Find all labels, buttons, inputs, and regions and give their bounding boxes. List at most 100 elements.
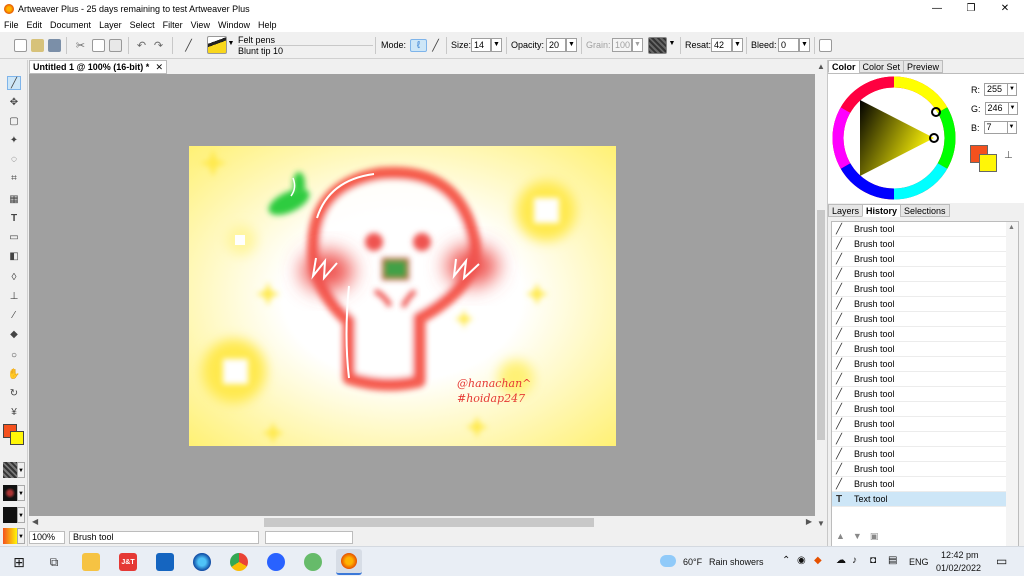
- minimize-button[interactable]: —: [920, 0, 954, 17]
- jt-app-icon[interactable]: J&T: [119, 553, 137, 571]
- zalo-icon[interactable]: [267, 553, 285, 571]
- texture-dropdown[interactable]: ▼: [17, 462, 25, 478]
- open-folder-icon[interactable]: [31, 39, 44, 52]
- shield-icon[interactable]: ◘: [870, 555, 876, 566]
- document-tab[interactable]: Untitled 1 @ 100% (16-bit) * ✕: [29, 60, 167, 74]
- tab-color[interactable]: Color: [828, 60, 860, 73]
- tab-history[interactable]: History: [862, 204, 902, 217]
- cloud-icon[interactable]: ☁: [836, 555, 846, 566]
- warp-icon[interactable]: ¥: [7, 405, 21, 419]
- tray-app-icon[interactable]: ◆: [814, 555, 822, 566]
- tab-selections[interactable]: Selections: [900, 204, 950, 217]
- menu-filter[interactable]: Filter: [163, 20, 183, 30]
- rotate-icon[interactable]: ↻: [7, 386, 21, 400]
- history-item[interactable]: ╱ Brush tool: [832, 222, 1006, 237]
- tab-color-set[interactable]: Color Set: [858, 60, 905, 73]
- green-input[interactable]: 246: [984, 102, 1009, 115]
- edge-browser-icon[interactable]: [193, 553, 211, 571]
- shape-tool-icon[interactable]: ▭: [7, 230, 21, 244]
- weather-temperature[interactable]: 60°F: [683, 557, 702, 567]
- brush-dropdown[interactable]: ▼: [17, 507, 25, 523]
- weather-icon[interactable]: [660, 555, 676, 567]
- zoom-field[interactable]: 100%: [29, 531, 65, 544]
- scroll-left-icon[interactable]: ◀: [32, 517, 38, 526]
- clock-time[interactable]: 12:42 pm: [941, 550, 979, 560]
- grain-input[interactable]: 100: [612, 38, 632, 52]
- coccoc-icon[interactable]: [304, 553, 322, 571]
- history-item[interactable]: ╱ Brush tool: [832, 357, 1006, 372]
- cut-icon[interactable]: ✂: [74, 39, 87, 52]
- red-input[interactable]: 255: [984, 83, 1008, 96]
- artweaver-taskbar-button[interactable]: [336, 549, 362, 575]
- history-item[interactable]: ╱ Brush tool: [832, 267, 1006, 282]
- perspective-icon[interactable]: ▦: [7, 192, 21, 206]
- bleed-input[interactable]: 0: [778, 38, 799, 52]
- bleed-dropdown[interactable]: ▼: [799, 38, 810, 52]
- history-item[interactable]: ╱ Brush tool: [832, 252, 1006, 267]
- task-view-icon[interactable]: ⧉: [45, 553, 63, 571]
- size-input[interactable]: 14: [471, 38, 491, 52]
- notification-icon[interactable]: ▭: [996, 554, 1007, 568]
- weather-description[interactable]: Rain showers: [709, 557, 764, 567]
- tab-layers[interactable]: Layers: [828, 204, 864, 217]
- history-item[interactable]: ╱ Brush tool: [832, 312, 1006, 327]
- stamp-icon[interactable]: ⊥: [7, 289, 21, 303]
- panel-toggle-icon[interactable]: [819, 39, 832, 52]
- blue-input[interactable]: 7: [983, 121, 1008, 134]
- history-item[interactable]: ╱ Brush tool: [832, 462, 1006, 477]
- paper-dropdown[interactable]: ▼: [668, 38, 676, 52]
- magic-wand-icon[interactable]: ✦: [7, 133, 21, 147]
- close-button[interactable]: ✕: [988, 0, 1022, 17]
- eyedropper-stamp-icon[interactable]: ⊥: [1004, 150, 1013, 161]
- rectangle-select-icon[interactable]: ▢: [7, 114, 21, 128]
- menu-edit[interactable]: Edit: [27, 20, 43, 30]
- document-close-icon[interactable]: ✕: [155, 61, 163, 73]
- menu-window[interactable]: Window: [218, 20, 250, 30]
- pattern-swatch[interactable]: [3, 485, 17, 501]
- resat-dropdown[interactable]: ▼: [732, 38, 743, 52]
- opacity-input[interactable]: 20: [546, 38, 566, 52]
- hand-icon[interactable]: ✋: [7, 367, 21, 381]
- background-color-swatch[interactable]: [10, 431, 24, 445]
- copy-icon[interactable]: [92, 39, 105, 52]
- history-item[interactable]: ╱ Brush tool: [832, 387, 1006, 402]
- input-language[interactable]: ENG: [909, 557, 929, 567]
- menu-document[interactable]: Document: [50, 20, 91, 30]
- opacity-dropdown[interactable]: ▼: [566, 38, 577, 52]
- save-icon[interactable]: [48, 39, 61, 52]
- eyedropper-icon[interactable]: ⁄: [7, 308, 21, 322]
- scroll-right-icon[interactable]: ▶: [806, 517, 812, 526]
- chevron-down-icon[interactable]: ▼: [227, 38, 235, 52]
- paint-bucket-icon[interactable]: ◆: [7, 327, 21, 341]
- tab-preview[interactable]: Preview: [903, 60, 944, 73]
- tray-chevron-icon[interactable]: ⌃: [782, 555, 790, 566]
- speaker-icon[interactable]: ♪: [852, 555, 857, 566]
- text-tool-icon[interactable]: T: [7, 211, 21, 225]
- brush-icon[interactable]: ╱: [182, 39, 195, 52]
- step-back-icon[interactable]: ▲: [836, 531, 845, 541]
- history-item[interactable]: ╱ Brush tool: [832, 402, 1006, 417]
- undo-icon[interactable]: ↶: [135, 39, 148, 52]
- paste-icon[interactable]: [109, 39, 122, 52]
- resat-input[interactable]: 42: [711, 38, 732, 52]
- green-dropdown[interactable]: ▼: [1008, 102, 1018, 115]
- menu-help[interactable]: Help: [258, 20, 277, 30]
- eraser-icon[interactable]: ◊: [7, 270, 21, 284]
- history-item[interactable]: ╱ Brush tool: [832, 297, 1006, 312]
- brush-tool-icon[interactable]: ╱: [7, 76, 21, 90]
- gradient-dropdown[interactable]: ▼: [17, 528, 25, 544]
- delete-history-icon[interactable]: ▣: [870, 531, 879, 542]
- clock-date[interactable]: 01/02/2022: [936, 563, 981, 573]
- history-item[interactable]: ╱ Brush tool: [832, 327, 1006, 342]
- menu-layer[interactable]: Layer: [99, 20, 122, 30]
- red-dropdown[interactable]: ▼: [1008, 83, 1017, 96]
- menu-file[interactable]: File: [4, 20, 19, 30]
- blue-dropdown[interactable]: ▼: [1007, 121, 1017, 134]
- scroll-up-icon[interactable]: ▲: [817, 62, 825, 71]
- keyboard-icon[interactable]: ▤: [888, 555, 897, 566]
- history-item[interactable]: ╱ Brush tool: [832, 432, 1006, 447]
- menu-select[interactable]: Select: [130, 20, 155, 30]
- brush-preset-preview[interactable]: [207, 36, 227, 54]
- history-scrollbar[interactable]: ▲ ▼: [1006, 222, 1018, 576]
- scroll-down-icon[interactable]: ▼: [817, 519, 825, 528]
